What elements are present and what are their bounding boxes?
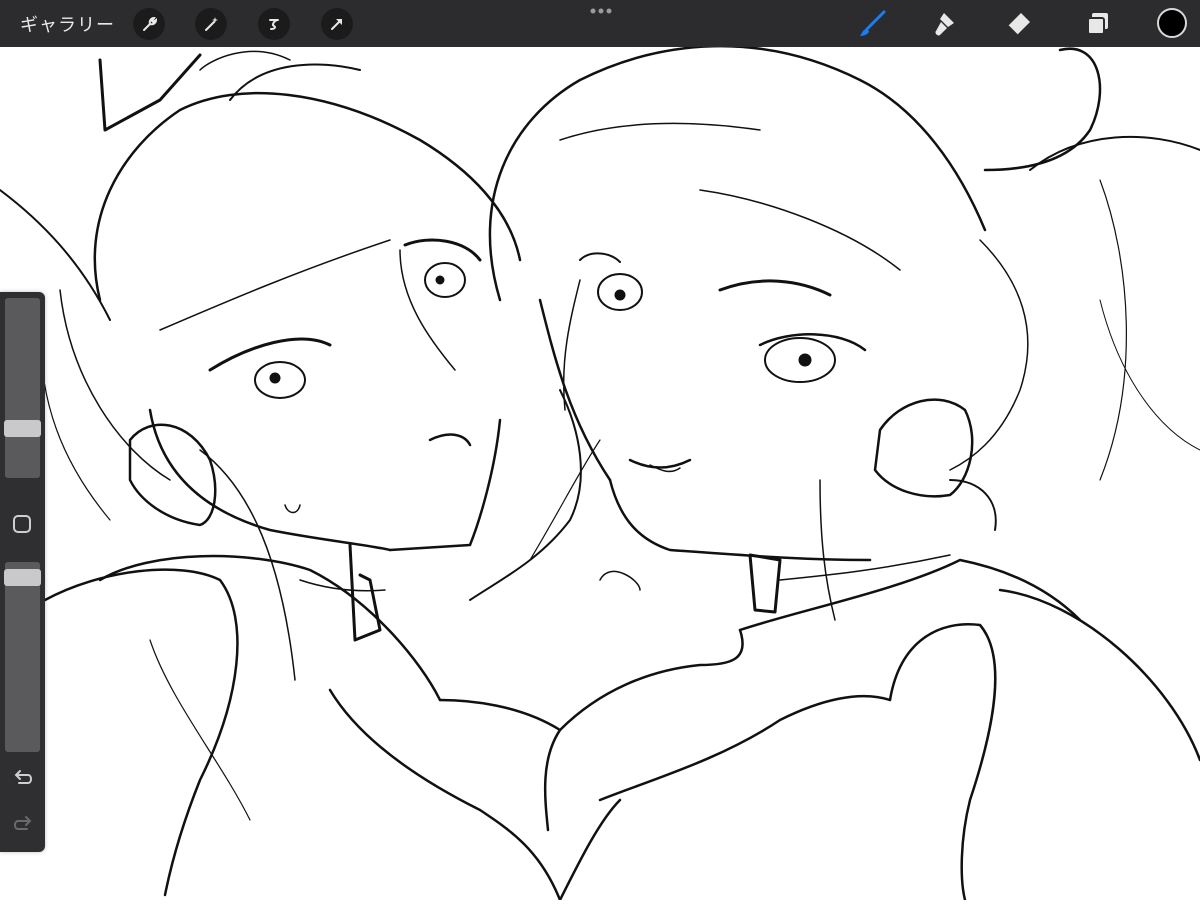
smudge-glyph: [935, 13, 954, 36]
brush-glyph: [860, 10, 886, 36]
redo-icon[interactable]: [11, 814, 35, 836]
sketch-artwork: [0, 45, 1200, 902]
layers-glyph: [1087, 13, 1108, 35]
eraser-glyph: [1007, 13, 1030, 36]
gallery-button[interactable]: ギャラリー: [20, 11, 115, 37]
transform-arrow-icon[interactable]: [321, 8, 353, 40]
brush-size-slider[interactable]: [5, 298, 40, 478]
redo-glyph: [14, 816, 32, 830]
layers-icon[interactable]: [1083, 9, 1113, 39]
smudge-icon[interactable]: [930, 9, 960, 39]
modify-button[interactable]: [12, 514, 32, 534]
selection-icon[interactable]: [258, 8, 290, 40]
opacity-slider[interactable]: [5, 562, 40, 752]
top-toolbar: ギャラリー: [0, 0, 1200, 47]
brush-size-thumb[interactable]: [4, 420, 41, 438]
undo-glyph: [14, 770, 32, 784]
eraser-icon[interactable]: [1003, 9, 1033, 39]
color-picker-swatch[interactable]: [1157, 8, 1187, 38]
left-sidebar: [0, 292, 45, 852]
transform-arrow-glyph: [331, 19, 342, 30]
undo-icon[interactable]: [11, 768, 35, 790]
square-icon: [13, 515, 31, 533]
brush-icon[interactable]: [857, 9, 887, 39]
opacity-thumb[interactable]: [4, 568, 41, 586]
magic-wand-icon[interactable]: [195, 8, 227, 40]
wrench-glyph: [143, 16, 158, 31]
drawing-canvas[interactable]: [0, 45, 1200, 902]
more-dots: [590, 8, 612, 14]
magic-wand-glyph: [205, 17, 218, 31]
selection-glyph: [269, 19, 279, 30]
more-options-icon[interactable]: [588, 4, 614, 18]
wrench-icon[interactable]: [133, 8, 165, 40]
